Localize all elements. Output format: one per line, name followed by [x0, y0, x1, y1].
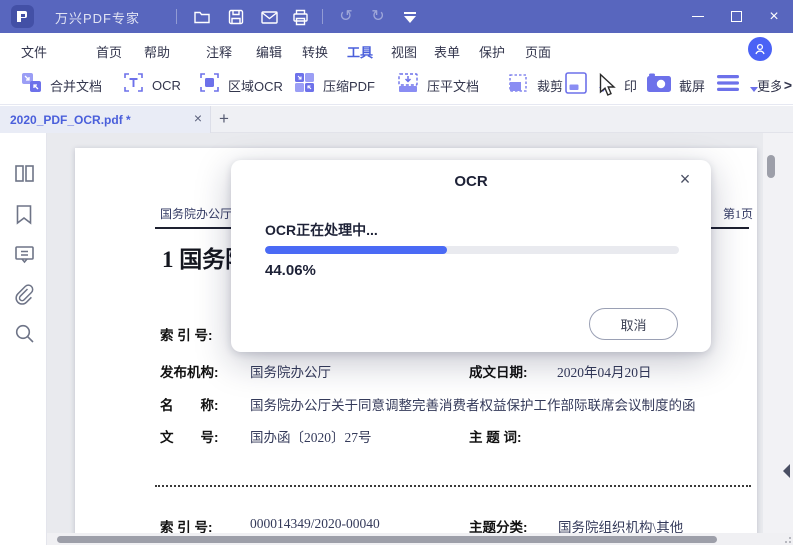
- hamburger-menu-icon: [716, 74, 740, 97]
- thumbnails-icon[interactable]: [12, 161, 36, 185]
- menu-home[interactable]: 首页: [95, 40, 123, 63]
- flatten-document-icon: [396, 71, 420, 100]
- crop-icon: [506, 71, 530, 100]
- ocr-status-message: OCR正在处理中...: [265, 222, 378, 238]
- tool-flatten-document[interactable]: 压平文档: [396, 71, 479, 99]
- ocr-dialog: OCR × OCR正在处理中... 44.06% 取消: [231, 160, 711, 352]
- doc-field-value: 国务院办公厅: [250, 365, 331, 380]
- redo-icon[interactable]: ↻: [368, 7, 388, 27]
- menu-bar: 文件 首页 帮助 注释 编辑 转换 工具 视图 表单 保护 页面: [0, 33, 793, 69]
- cancel-button[interactable]: 取消: [589, 308, 678, 340]
- doc-field-label: 发布机构:: [160, 365, 219, 380]
- horizontal-scrollbar-thumb[interactable]: [57, 536, 717, 543]
- app-title: 万兴PDF专家: [55, 11, 141, 26]
- doc-field-label: 主 题 词:: [469, 430, 522, 445]
- tool-screenshot[interactable]: 截屏: [646, 71, 705, 99]
- ocr-progress-fill: [265, 246, 448, 254]
- tool-compress-pdf[interactable]: 压缩PDF: [293, 71, 375, 99]
- area-ocr-icon: [198, 71, 221, 99]
- doc-field-value: 国办函〔2020〕27号: [250, 430, 372, 445]
- merge-documents-icon: [20, 71, 43, 99]
- tool-crop[interactable]: 裁剪: [506, 71, 563, 99]
- minimize-button[interactable]: [679, 0, 717, 33]
- doc-field-label: 成文日期:: [469, 365, 528, 380]
- horizontal-scrollbar[interactable]: [47, 533, 793, 545]
- tool-more[interactable]: 更多: [757, 71, 781, 99]
- tool-label: 压缩PDF: [323, 78, 376, 94]
- menu-edit[interactable]: 编辑: [255, 40, 283, 63]
- tool-label: 印: [624, 78, 638, 94]
- doc-page-number: 第1页: [723, 207, 754, 221]
- email-icon[interactable]: [259, 7, 279, 27]
- camera-icon: [646, 72, 672, 99]
- menu-convert[interactable]: 转换: [301, 40, 329, 63]
- tool-label: 截屏: [679, 78, 706, 94]
- tool-label: 压平文档: [427, 78, 480, 94]
- doc-field-label: 文 号:: [160, 430, 219, 445]
- account-avatar[interactable]: [748, 37, 772, 61]
- close-button[interactable]: ×: [755, 0, 793, 33]
- toolbar-overflow-chevron[interactable]: >: [784, 77, 792, 93]
- menu-file[interactable]: 文件: [20, 40, 48, 63]
- save-icon[interactable]: [226, 7, 246, 27]
- ocr-progress-bar: [265, 246, 679, 254]
- print-icon[interactable]: [290, 7, 310, 27]
- ocr-progress-percent: 44.06%: [265, 262, 316, 279]
- menu-help[interactable]: 帮助: [143, 40, 171, 63]
- menu-view[interactable]: 视图: [390, 40, 418, 63]
- more-label: 更多: [757, 78, 781, 94]
- tool-ocr[interactable]: OCR: [122, 71, 181, 99]
- maximize-button[interactable]: [717, 0, 755, 33]
- compress-pdf-icon: [293, 71, 316, 99]
- tool-area-ocr[interactable]: 区域OCR: [198, 71, 283, 99]
- search-icon[interactable]: [12, 321, 36, 345]
- tool-menu[interactable]: [716, 71, 758, 99]
- open-file-icon[interactable]: [192, 7, 212, 27]
- tool-merge-documents[interactable]: 合并文档: [20, 71, 102, 99]
- titlebar-divider: [322, 9, 323, 24]
- dialog-close-icon[interactable]: ×: [675, 169, 695, 190]
- left-sidebar: [0, 133, 47, 545]
- doc-field-value: 2020年04月20日: [557, 365, 652, 380]
- title-bar: 万兴PDF专家 ↺ ↻ ×: [0, 0, 793, 33]
- tool-label: 裁剪: [537, 78, 564, 94]
- comments-icon[interactable]: [12, 242, 36, 266]
- document-tab[interactable]: 2020_PDF_OCR.pdf * ×: [0, 106, 211, 133]
- resize-grip: [783, 535, 791, 543]
- new-tab-button[interactable]: +: [219, 109, 229, 129]
- vertical-scrollbar-thumb[interactable]: [767, 155, 775, 178]
- expand-right-panel-handle[interactable]: [783, 464, 790, 478]
- tab-close-icon[interactable]: ×: [194, 110, 202, 126]
- doc-field-label: 索 引 号:: [160, 328, 213, 343]
- tool-label: 合并文档: [50, 78, 103, 94]
- doc-field-value: 000014349/2020-00040: [250, 516, 380, 531]
- menu-comment[interactable]: 注释: [205, 40, 233, 63]
- doc-field-value: 国务院办公厅关于同意调整完善消费者权益保护工作部际联席会议制度的函: [250, 398, 696, 413]
- tab-bar: 2020_PDF_OCR.pdf * × +: [0, 106, 793, 133]
- menu-page[interactable]: 页面: [524, 40, 552, 63]
- tool-label: 区域OCR: [228, 78, 283, 94]
- mouse-cursor: [599, 72, 618, 103]
- doc-dotted-separator: [155, 485, 751, 487]
- dialog-title: OCR: [454, 173, 488, 190]
- doc-field-label: 名 称:: [160, 398, 219, 413]
- bookmarks-icon[interactable]: [12, 202, 36, 226]
- tab-title: 2020_PDF_OCR.pdf *: [10, 112, 131, 127]
- tool-label: OCR: [152, 77, 181, 93]
- app-window: 万兴PDF专家 ↺ ↻ × 文件 首页 帮助 注释 编辑 转换 工具 视图 表单…: [0, 0, 793, 545]
- titlebar-divider: [176, 9, 177, 24]
- collapse-toolbar-icon[interactable]: [400, 7, 420, 27]
- ocr-icon: [122, 71, 145, 99]
- menu-tools[interactable]: 工具: [346, 40, 374, 69]
- undo-icon[interactable]: ↺: [336, 7, 356, 27]
- watermark-icon: [563, 70, 589, 101]
- toolbar: 合并文档 OCR 区域OCR 压缩PDF 压平文档 裁剪 印 截屏 更多 >: [0, 65, 793, 105]
- menu-protect[interactable]: 保护: [478, 40, 506, 63]
- app-logo-icon: [11, 5, 34, 28]
- menu-form[interactable]: 表单: [433, 40, 461, 63]
- attachments-icon[interactable]: [12, 282, 36, 306]
